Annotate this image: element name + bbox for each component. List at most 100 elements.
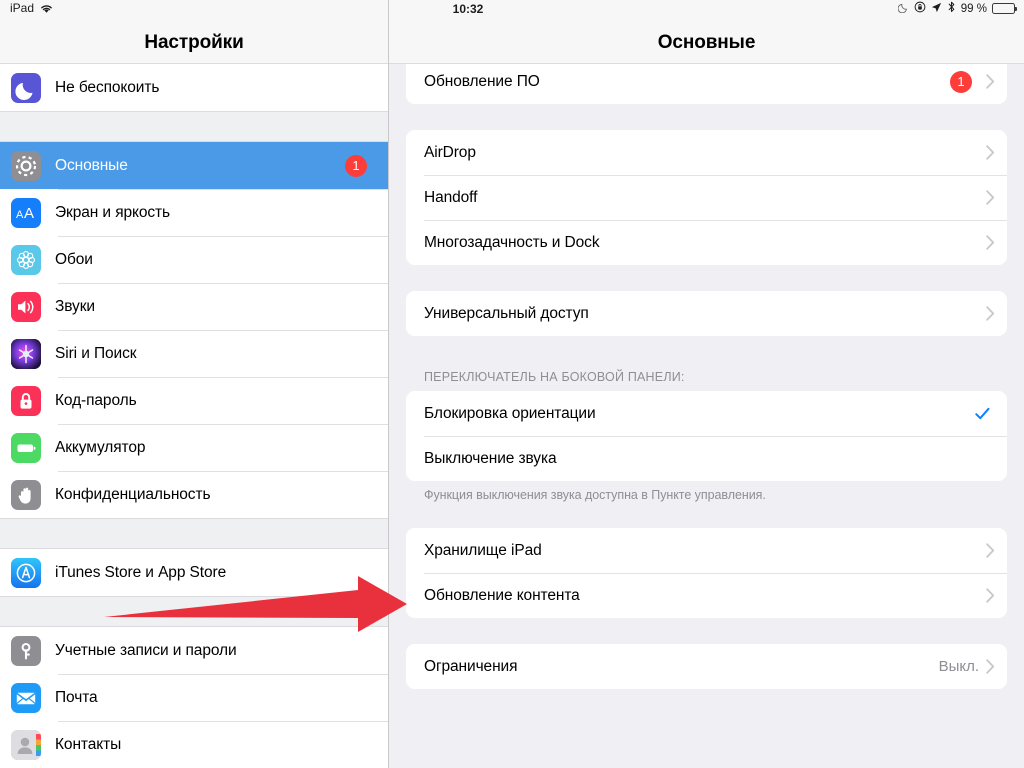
ipad-settings-screen: Настройки Не беспокоить Основные 1 A A Экран …: [0, 0, 1024, 768]
sidebar-item-label: Основные: [55, 156, 128, 174]
sidebar-item-не-беспокоить[interactable]: Не беспокоить: [0, 64, 388, 111]
settings-card-restrictions: Ограничения Выкл.: [406, 644, 1007, 689]
settings-card-software-update: Обновление ПО 1: [406, 59, 1007, 104]
sidebar-item-экран-и-яркость[interactable]: A A Экран и яркость: [0, 189, 388, 236]
chevron-right-icon: [986, 588, 995, 603]
sidebar-group: Основные 1 A A Экран и яркость Обои Звуки Sir…: [0, 142, 388, 518]
sidebar-item-label: Экран и яркость: [55, 203, 171, 221]
chevron-right-icon: [986, 235, 995, 250]
settings-row-label: Выключение звука: [424, 449, 557, 467]
detail-header: Основные: [389, 0, 1024, 64]
settings-row-label: Ограничения: [424, 657, 518, 675]
sidebar-item-код-пароль[interactable]: Код-пароль: [0, 377, 388, 424]
sidebar-item-label: Аккумулятор: [55, 438, 146, 456]
svg-text:A: A: [24, 205, 34, 222]
settings-row-обновление-по[interactable]: Обновление ПО 1: [406, 59, 1007, 104]
sidebar-item-label: Почта: [55, 688, 98, 706]
gear-icon: [11, 150, 41, 181]
settings-row-handoff[interactable]: Handoff: [406, 175, 1007, 220]
settings-sidebar: Настройки Не беспокоить Основные 1 A A Экран …: [0, 0, 389, 768]
sidebar-item-обои[interactable]: Обои: [0, 236, 388, 283]
speaker-icon: [11, 291, 41, 322]
sidebar-item-контакты[interactable]: Контакты: [0, 721, 388, 768]
settings-row-многозадачность-и-dock[interactable]: Многозадачность и Dock: [406, 220, 1007, 265]
chevron-right-icon: [986, 190, 995, 205]
sidebar-item-почта[interactable]: Почта: [0, 674, 388, 721]
settings-row-блокировка-ориентации[interactable]: Блокировка ориентации: [406, 391, 1007, 436]
sidebar-item-звуки[interactable]: Звуки: [0, 283, 388, 330]
chevron-right-icon: [986, 74, 995, 89]
settings-row-универсальный-доступ[interactable]: Универсальный доступ: [406, 291, 1007, 336]
settings-row-label: Обновление контента: [424, 586, 580, 604]
chevron-right-icon: [986, 659, 995, 674]
detail-panel: Основные Обновление ПО 1 AirDrop Handoff Мно…: [389, 0, 1024, 768]
settings-row-label: Обновление ПО: [424, 72, 540, 90]
moon-icon: [11, 72, 41, 103]
sidebar-item-label: Звуки: [55, 297, 95, 315]
sidebar-item-label: iTunes Store и App Store: [55, 563, 227, 581]
sidebar-list[interactable]: Не беспокоить Основные 1 A A Экран и яркость …: [0, 64, 388, 768]
sidebar-item-label: Siri и Поиск: [55, 344, 137, 362]
sidebar-item-siri-и-поиск[interactable]: Siri и Поиск: [0, 330, 388, 377]
sidebar-group-separator: [0, 596, 388, 627]
page-title: Основные: [657, 32, 756, 53]
chevron-right-icon: [986, 543, 995, 558]
checkmark-icon: [975, 407, 990, 419]
settings-row-выключение-звука[interactable]: Выключение звука: [406, 436, 1007, 481]
sidebar-item-label: Не беспокоить: [55, 78, 160, 96]
settings-card-side-switch: Блокировка ориентации Выключение звука: [406, 391, 1007, 481]
settings-row-airdrop[interactable]: AirDrop: [406, 130, 1007, 175]
battery-icon: [11, 432, 41, 463]
sidebar-item-label: Учетные записи и пароли: [55, 641, 237, 659]
settings-row-label: AirDrop: [424, 143, 476, 161]
detail-scroll-area[interactable]: Обновление ПО 1 AirDrop Handoff Многозадачно…: [389, 59, 1024, 768]
key-icon: [11, 635, 41, 666]
settings-row-обновление-контента[interactable]: Обновление контента: [406, 573, 1007, 618]
sidebar-item-label: Обои: [55, 250, 93, 268]
settings-row-label: Блокировка ориентации: [424, 404, 596, 422]
hand-icon: [11, 479, 41, 510]
sidebar-item-label: Конфиденциальность: [55, 485, 211, 503]
sidebar-group-separator: [0, 111, 388, 142]
settings-row-label: Универсальный доступ: [424, 304, 589, 322]
notification-badge: 1: [950, 70, 972, 93]
settings-row-label: Хранилище iPad: [424, 541, 542, 559]
chevron-right-icon: [986, 306, 995, 321]
mail-icon: [11, 682, 41, 713]
settings-row-value: Выкл.: [938, 658, 979, 675]
contacts-icon: [11, 729, 41, 760]
sidebar-group: Учетные записи и пароли Почта Контакты: [0, 627, 388, 768]
sidebar-item-аккумулятор[interactable]: Аккумулятор: [0, 424, 388, 471]
sidebar-group-separator: [0, 518, 388, 549]
settings-row-label: Многозадачность и Dock: [424, 233, 600, 251]
sidebar-header: Настройки: [0, 0, 388, 64]
siri-icon: [11, 338, 41, 369]
sidebar-title: Настройки: [144, 32, 244, 53]
sidebar-item-label: Контакты: [55, 735, 122, 753]
sidebar-item-itunes-store-и-app-store[interactable]: iTunes Store и App Store: [0, 549, 388, 596]
sidebar-item-учетные-записи-и-пароли[interactable]: Учетные записи и пароли: [0, 627, 388, 674]
text-size-icon: AA: [11, 197, 41, 228]
sidebar-group: iTunes Store и App Store: [0, 549, 388, 596]
settings-row-label: Handoff: [424, 188, 478, 206]
app-store-icon: [11, 557, 41, 588]
sidebar-group: Не беспокоить: [0, 64, 388, 111]
chevron-right-icon: [986, 145, 995, 160]
settings-card-sharing: AirDrop Handoff Многозадачность и Dock: [406, 130, 1007, 265]
settings-row-ограничения[interactable]: Ограничения Выкл.: [406, 644, 1007, 689]
svg-text:A: A: [16, 209, 24, 221]
sidebar-item-конфиденциальность[interactable]: Конфиденциальность: [0, 471, 388, 518]
sidebar-item-основные[interactable]: Основные 1: [0, 142, 388, 189]
settings-row-хранилище-ipad[interactable]: Хранилище iPad: [406, 528, 1007, 573]
flower-icon: [11, 244, 41, 275]
settings-card-storage: Хранилище iPad Обновление контента: [406, 528, 1007, 618]
lock-icon: [11, 385, 41, 416]
section-header-side-switch: ПЕРЕКЛЮЧАТЕЛЬ НА БОКОВОЙ ПАНЕЛИ:: [424, 370, 685, 384]
sidebar-item-label: Код-пароль: [55, 391, 137, 409]
notification-badge: 1: [345, 154, 367, 177]
